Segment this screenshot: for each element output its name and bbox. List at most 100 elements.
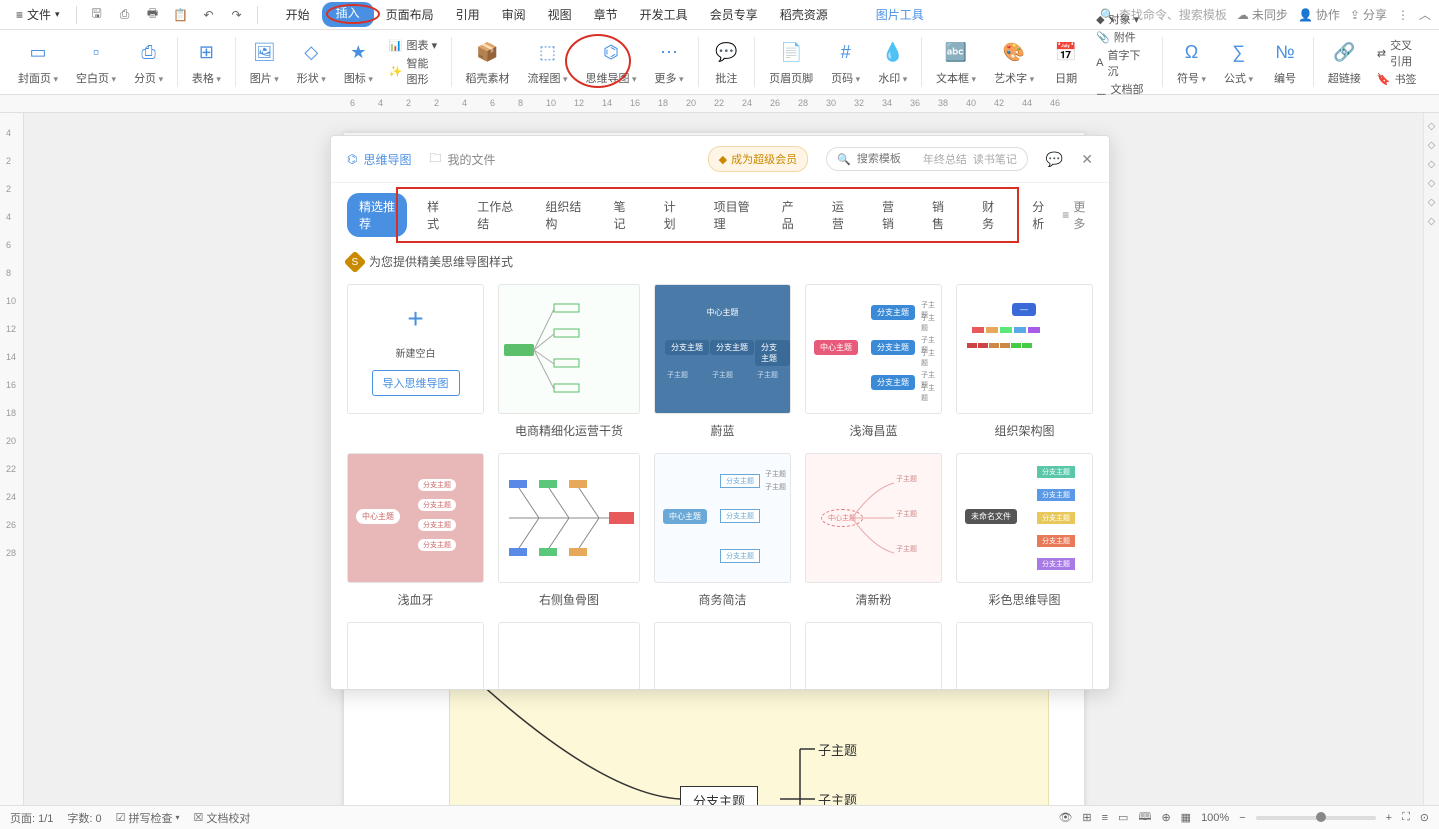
category-样式[interactable]: 样式	[415, 193, 457, 237]
template-card[interactable]: 未命名文件 分支主题 分支主题 分支主题 分支主题 分支主题 彩色思维导图	[956, 453, 1093, 608]
share-button[interactable]: ⇪分享	[1350, 6, 1387, 23]
tab-myfiles[interactable]: 🗀 我的文件	[430, 149, 496, 170]
template-card[interactable]: 电商精细化运营干货	[498, 284, 640, 439]
paste-icon[interactable]: 📋	[169, 3, 193, 27]
category-项目管理[interactable]: 项目管理	[702, 193, 762, 237]
menu-tab-会员专享[interactable]: 会员专享	[700, 2, 768, 27]
category-工作总结[interactable]: 工作总结	[465, 193, 525, 237]
view-icon[interactable]: ⊕	[1161, 811, 1170, 824]
ribbon-日期[interactable]: 📅日期	[1044, 36, 1088, 88]
side-tool-icon[interactable]: ◇	[1428, 121, 1436, 132]
template-card[interactable]	[654, 622, 791, 689]
feedback-icon[interactable]: 💬	[1046, 151, 1063, 168]
redo-icon[interactable]: ↷	[225, 3, 249, 27]
ribbon-small-书签[interactable]: 🔖书签	[1377, 71, 1423, 87]
zoom-handle[interactable]	[1316, 812, 1326, 822]
ribbon-更多[interactable]: ⋯更多	[647, 36, 692, 88]
template-card[interactable]	[805, 622, 942, 689]
print-preview-icon[interactable]: ⎙	[113, 3, 137, 27]
side-tool-icon[interactable]: ◇	[1428, 216, 1436, 227]
template-search[interactable]: 🔍 年终总结 读书笔记	[826, 147, 1028, 171]
ribbon-small-智能图形[interactable]: ✨智能图形	[389, 55, 439, 87]
view-icon[interactable]: ⊞	[1082, 811, 1091, 824]
ribbon-图片[interactable]: 🖼图片	[242, 36, 287, 88]
category-财务[interactable]: 财务	[970, 193, 1012, 237]
view-icon[interactable]: ≡	[1102, 812, 1108, 824]
ribbon-编号[interactable]: №编号	[1263, 36, 1307, 88]
ribbon-思维导图[interactable]: ⌬思维导图	[577, 36, 644, 88]
more-icon[interactable]: ⋮	[1397, 8, 1409, 22]
ribbon-small-对象[interactable]: ◆对象 ▾	[1096, 11, 1150, 27]
category-笔记[interactable]: 笔记	[602, 193, 644, 237]
vip-button[interactable]: ◆ 成为超级会员	[708, 146, 808, 172]
ribbon-艺术字[interactable]: 🎨艺术字	[986, 36, 1042, 88]
menu-tab-稻壳资源[interactable]: 稻壳资源	[770, 2, 838, 27]
settings-icon[interactable]: ⊙	[1420, 811, 1429, 824]
save-icon[interactable]: 🖫	[85, 3, 109, 27]
template-card[interactable]: 右侧鱼骨图	[498, 453, 640, 608]
coop-button[interactable]: 👤协作	[1298, 6, 1340, 23]
ribbon-表格[interactable]: ⊞表格	[184, 36, 229, 88]
menu-tab-页面布局[interactable]: 页面布局	[376, 2, 444, 27]
ribbon-空白页[interactable]: ▫空白页	[68, 36, 124, 88]
menu-tab-章节[interactable]: 章节	[584, 2, 628, 27]
template-card[interactable]	[347, 622, 484, 689]
category-销售[interactable]: 销售	[920, 193, 962, 237]
side-tool-icon[interactable]: ◇	[1428, 140, 1436, 151]
category-组织结构[interactable]: 组织结构	[533, 193, 593, 237]
ribbon-分页[interactable]: ⎙分页	[126, 36, 171, 88]
template-card[interactable]: 中心主题 分支主题 分支主题 分支主题 子主题 子主题 子主题 蔚蓝	[654, 284, 791, 439]
side-tool-icon[interactable]: ◇	[1428, 178, 1436, 189]
ribbon-形状[interactable]: ◇形状	[289, 36, 334, 88]
ribbon-文本框[interactable]: 🔤文本框	[928, 36, 984, 88]
view-icon[interactable]: ▭	[1118, 811, 1128, 824]
ribbon-封面页[interactable]: ▭封面页	[10, 36, 66, 88]
side-tool-icon[interactable]: ◇	[1428, 159, 1436, 170]
import-button[interactable]: 导入思维导图	[372, 370, 460, 396]
menu-tab-插入[interactable]: 插入	[322, 2, 374, 27]
zoom-slider[interactable]	[1256, 816, 1376, 820]
fullscreen-icon[interactable]: ⛶	[1402, 811, 1410, 824]
side-tool-icon[interactable]: ◇	[1428, 197, 1436, 208]
ribbon-超链接[interactable]: 🔗超链接	[1320, 36, 1369, 88]
ribbon-small-首字下沉[interactable]: A首字下沉	[1096, 47, 1150, 79]
file-menu[interactable]: ≡ 文件 ▾	[8, 3, 68, 26]
view-icon[interactable]: 👁	[1058, 811, 1072, 824]
zoom-in-icon[interactable]: +	[1386, 812, 1392, 824]
word-count[interactable]: 字数: 0	[67, 810, 101, 826]
ribbon-图标[interactable]: ★图标	[336, 36, 381, 88]
close-icon[interactable]: ✕	[1081, 151, 1093, 168]
tool-tab[interactable]: 图片工具	[866, 2, 934, 27]
category-运营[interactable]: 运营	[820, 193, 862, 237]
collapse-icon[interactable]: ︿	[1419, 6, 1431, 23]
new-blank-card[interactable]: + 新建空白 导入思维导图	[347, 284, 484, 439]
menu-tab-引用[interactable]: 引用	[446, 2, 490, 27]
ribbon-small-图表[interactable]: 📊图表 ▾	[389, 37, 439, 53]
ribbon-公式[interactable]: ∑公式	[1216, 36, 1261, 88]
ribbon-small-附件[interactable]: 📎附件	[1096, 29, 1150, 45]
ribbon-流程图[interactable]: ⬚流程图	[519, 36, 575, 88]
zoom-label[interactable]: 100%	[1201, 812, 1229, 824]
menu-tab-开发工具[interactable]: 开发工具	[630, 2, 698, 27]
print-icon[interactable]: 🖶	[141, 3, 165, 27]
template-card[interactable]: — 组织架构图	[956, 284, 1093, 439]
category-精选推荐[interactable]: 精选推荐	[347, 193, 407, 237]
category-产品[interactable]: 产品	[770, 193, 812, 237]
ribbon-页眉页脚[interactable]: 📄页眉页脚	[761, 36, 821, 88]
tab-mindmap[interactable]: ⌬ 思维导图	[347, 151, 412, 168]
ribbon-水印[interactable]: 💧水印	[870, 36, 915, 88]
ribbon-页码[interactable]: #页码	[823, 36, 868, 88]
search-tag[interactable]: 读书笔记	[973, 151, 1017, 167]
template-card[interactable]: 中心主题 分支主题 分支主题 分支主题 分支主题 浅血牙	[347, 453, 484, 608]
search-input[interactable]	[857, 153, 917, 165]
more-button[interactable]: ≡ 更多	[1062, 198, 1093, 232]
search-tag[interactable]: 年终总结	[923, 151, 967, 167]
template-card[interactable]	[956, 622, 1093, 689]
menu-tab-审阅[interactable]: 审阅	[492, 2, 536, 27]
template-card[interactable]: 中心主题 子主题 子主题 子主题 清新粉	[805, 453, 942, 608]
template-card[interactable]: 中心主题 分支主题 分支主题 分支主题 子主题 子主题 商务简洁	[654, 453, 791, 608]
view-icon[interactable]: 🕮	[1138, 808, 1151, 827]
unsync-button[interactable]: ☁未同步	[1237, 6, 1288, 23]
page-indicator[interactable]: 页面: 1/1	[10, 810, 53, 826]
zoom-out-icon[interactable]: −	[1239, 812, 1245, 824]
